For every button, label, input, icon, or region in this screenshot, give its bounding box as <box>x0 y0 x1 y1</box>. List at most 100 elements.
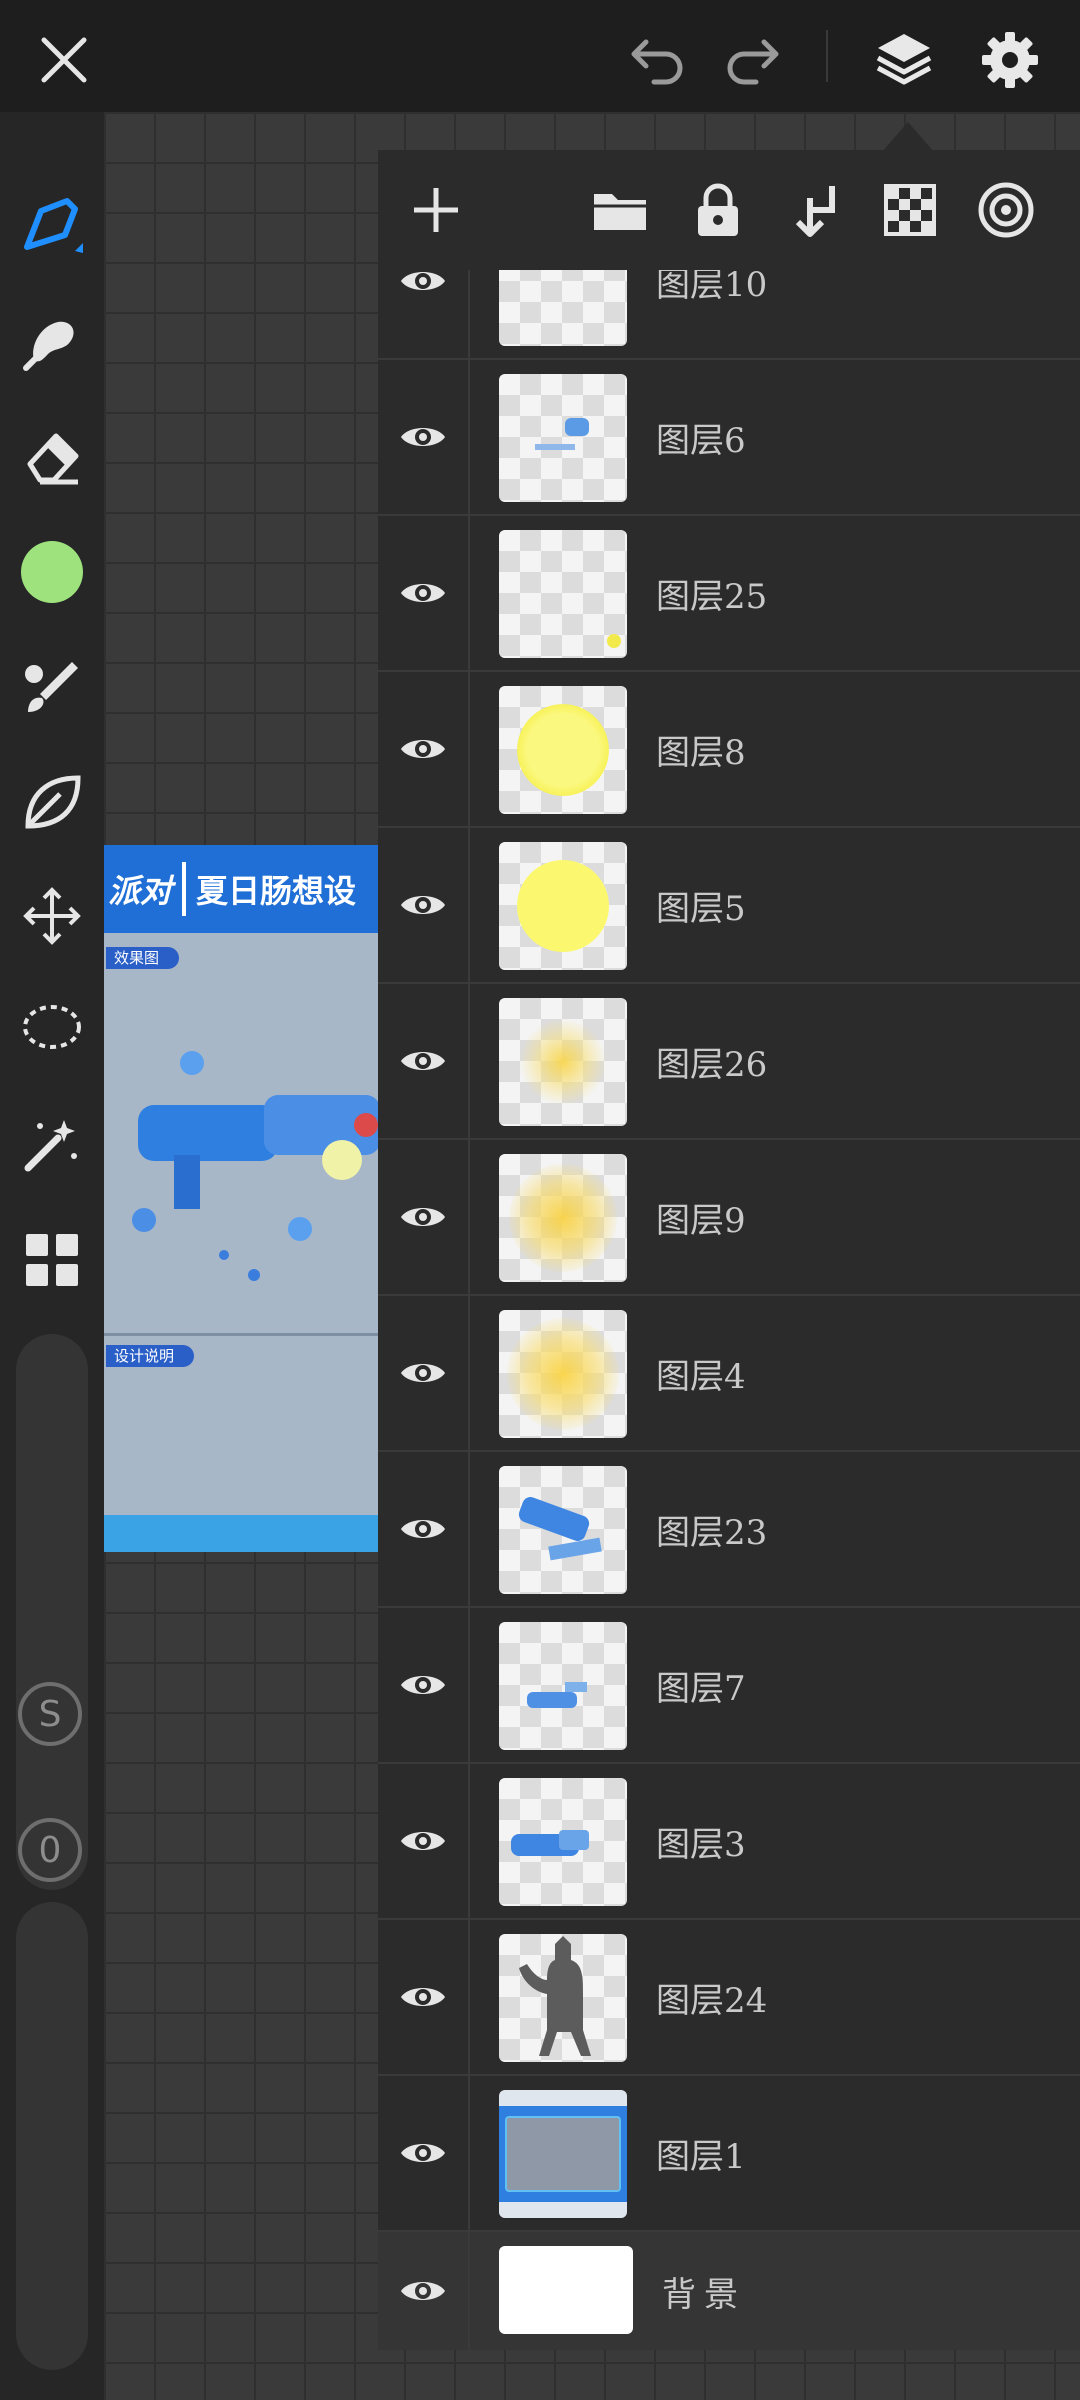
thumb-art <box>559 1830 589 1850</box>
visibility-toggle[interactable] <box>378 2076 470 2230</box>
artwork-banner: 派对 夏日肠想设 <box>104 845 380 933</box>
background-thumbnail <box>499 2246 633 2334</box>
redo-icon[interactable] <box>714 22 790 98</box>
lock-icon[interactable] <box>680 172 756 248</box>
visibility-toggle[interactable] <box>378 516 470 670</box>
eye-icon <box>401 1364 445 1382</box>
size-button[interactable]: S <box>18 1682 82 1746</box>
thumb-art <box>565 418 589 436</box>
layer-thumbnail <box>499 374 627 502</box>
artwork-footer <box>104 1515 380 1552</box>
layer-row[interactable]: 图层1 <box>378 2076 1080 2232</box>
layer-row-background[interactable]: 背景 <box>378 2232 1080 2350</box>
gear-icon[interactable] <box>970 20 1050 100</box>
close-icon[interactable] <box>26 22 102 98</box>
grid-icon[interactable] <box>14 1222 90 1298</box>
visibility-toggle[interactable] <box>378 828 470 982</box>
thumb-art <box>527 1692 577 1708</box>
layer-name: 图层6 <box>656 420 746 461</box>
visibility-toggle[interactable] <box>378 1764 470 1918</box>
layer-name: 图层7 <box>656 1668 746 1709</box>
visibility-toggle[interactable] <box>378 984 470 1138</box>
opacity-slider[interactable] <box>16 1902 88 2370</box>
visibility-toggle[interactable] <box>378 1920 470 2074</box>
eye-icon <box>401 1988 445 2006</box>
layer-name: 图层25 <box>656 576 768 617</box>
layer-row[interactable]: 图层3 <box>378 1764 1080 1920</box>
layer-row[interactable]: 图层26 <box>378 984 1080 1140</box>
visibility-toggle[interactable] <box>378 1296 470 1450</box>
eye-icon <box>401 2282 445 2300</box>
banner-logo: 派对 <box>108 872 173 910</box>
layer-name: 图层8 <box>656 732 746 773</box>
target-icon[interactable] <box>968 172 1044 248</box>
undo-icon[interactable] <box>620 22 696 98</box>
eye-icon <box>401 1052 445 1070</box>
opacity-button[interactable]: 0 <box>18 1818 82 1882</box>
layer-list[interactable]: 图层10 图层6 图层25 图层8 图层5 图层26 图层9 图层4 图层23 … <box>378 270 1080 2350</box>
artwork-preview: 派对 夏日肠想设 效果图 设计说明 <box>104 845 380 1552</box>
layer-row[interactable]: 图层7 <box>378 1608 1080 1764</box>
layer-thumbnail <box>499 1466 627 1594</box>
move-icon[interactable] <box>14 878 90 954</box>
layers-icon[interactable] <box>864 20 944 100</box>
layer-row[interactable]: 图层10 <box>378 270 1080 360</box>
top-bar <box>0 0 1080 112</box>
layers-panel: 图层10 图层6 图层25 图层8 图层5 图层26 图层9 图层4 图层23 … <box>378 150 1080 2350</box>
visibility-toggle[interactable] <box>378 270 470 358</box>
leaf-icon[interactable] <box>14 764 90 840</box>
eye-icon <box>401 1520 445 1538</box>
layer-name: 图层24 <box>656 1980 768 2021</box>
layer-row[interactable]: 图层8 <box>378 672 1080 828</box>
layer-row[interactable]: 图层23 <box>378 1452 1080 1608</box>
layer-thumbnail <box>499 1622 627 1750</box>
thumb-art <box>607 634 621 648</box>
artwork-divider <box>104 1333 380 1336</box>
layer-thumbnail <box>499 270 627 346</box>
pen-icon[interactable] <box>14 188 90 264</box>
layer-row[interactable]: 图层9 <box>378 1140 1080 1296</box>
layer-name: 图层10 <box>656 270 768 305</box>
layer-thumbnail <box>499 842 627 970</box>
layers-toolbar <box>378 150 1080 270</box>
smudge-icon[interactable] <box>14 304 90 380</box>
layer-name: 图层3 <box>656 1824 746 1865</box>
layer-name: 图层5 <box>656 888 746 929</box>
visibility-toggle[interactable] <box>378 1608 470 1762</box>
lasso-icon[interactable] <box>14 992 90 1068</box>
eraser-icon[interactable] <box>14 418 90 494</box>
visibility-toggle[interactable] <box>378 1452 470 1606</box>
add-icon[interactable] <box>398 172 474 248</box>
layer-name: 图层23 <box>656 1512 768 1553</box>
visibility-toggle[interactable] <box>378 2232 470 2350</box>
magic-wand-icon[interactable] <box>14 1106 90 1182</box>
tag-design: 设计说明 <box>106 1345 195 1367</box>
layer-row[interactable]: 图层4 <box>378 1296 1080 1452</box>
layer-thumbnail <box>499 530 627 658</box>
visibility-toggle[interactable] <box>378 360 470 514</box>
brush-size-slider[interactable] <box>16 1334 88 1890</box>
thumb-art <box>519 1018 607 1106</box>
layer-name: 图层1 <box>656 2136 746 2177</box>
visibility-toggle[interactable] <box>378 672 470 826</box>
thumb-art <box>517 704 609 796</box>
panel-pointer <box>882 122 934 152</box>
layer-name: 图层26 <box>656 1044 768 1085</box>
layer-row[interactable]: 图层5 <box>378 828 1080 984</box>
thumb-art <box>507 1318 619 1430</box>
layer-thumbnail <box>499 2090 627 2218</box>
layer-row[interactable]: 图层6 <box>378 360 1080 516</box>
thumb-art <box>548 1537 602 1561</box>
visibility-toggle[interactable] <box>378 1140 470 1294</box>
checkerboard-icon[interactable] <box>872 172 948 248</box>
brush-icon[interactable] <box>14 648 90 724</box>
merge-down-icon[interactable] <box>776 172 852 248</box>
folder-icon[interactable] <box>582 172 658 248</box>
color-swatch[interactable] <box>14 534 90 610</box>
layer-thumbnail <box>499 1778 627 1906</box>
layer-row[interactable]: 图层25 <box>378 516 1080 672</box>
layer-row[interactable]: 图层24 <box>378 1920 1080 2076</box>
thumb-art <box>516 1494 592 1544</box>
eye-icon <box>401 428 445 446</box>
tool-sidebar: S 0 <box>0 112 104 2400</box>
